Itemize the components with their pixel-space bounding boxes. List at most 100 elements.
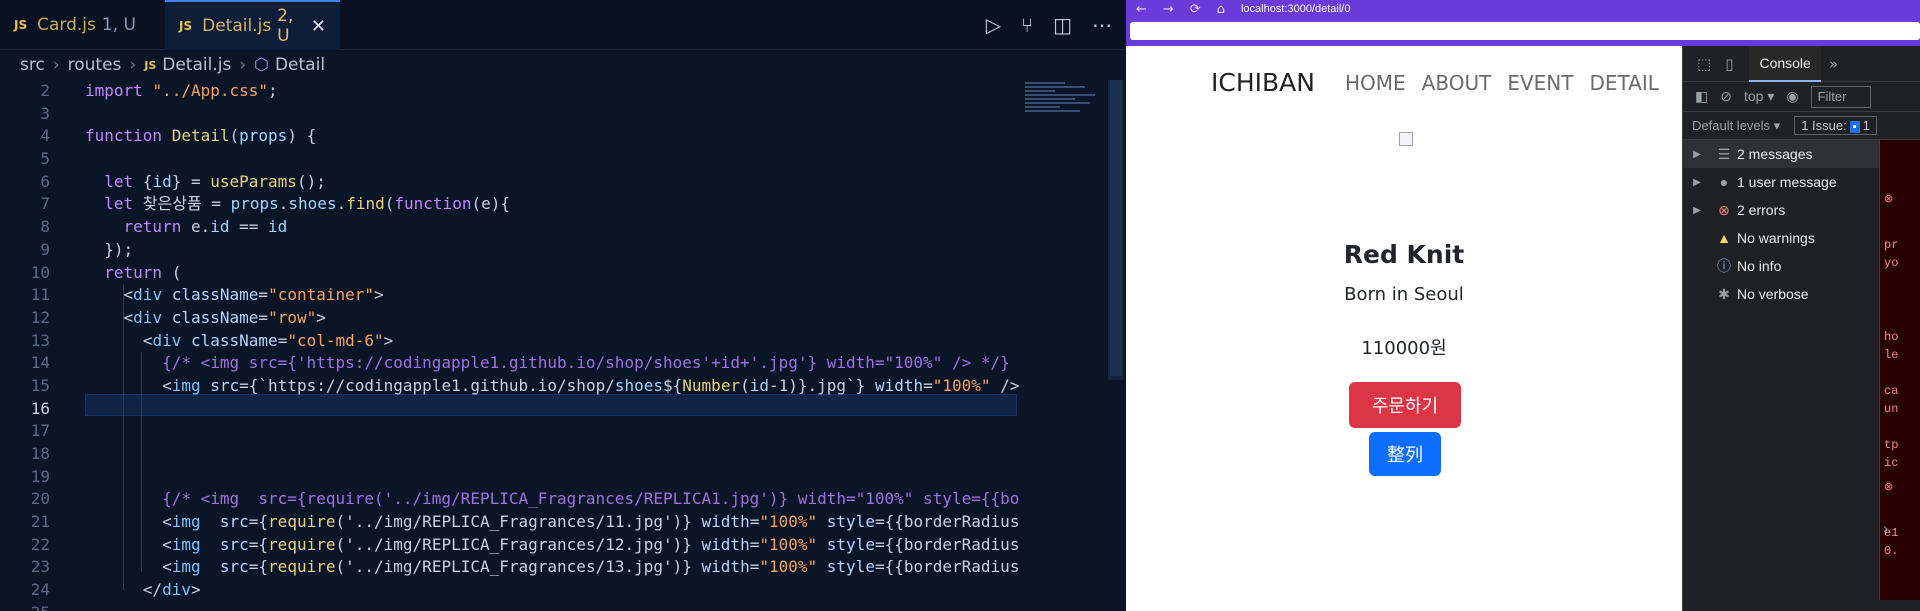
sidebar-item-info[interactable]: ⓘ No info (1683, 252, 1879, 280)
nav-link-event[interactable]: EVENT (1507, 71, 1573, 95)
context-select[interactable]: top ▾ (1744, 88, 1774, 105)
line-number: 14 (30, 353, 50, 373)
tab-card-js[interactable]: JS Card.js 1, U (0, 0, 165, 50)
clear-console-icon[interactable]: ⊘ (1720, 88, 1732, 105)
nav-link-about[interactable]: ABOUT (1422, 71, 1492, 95)
forward-icon[interactable]: → (1163, 2, 1174, 17)
code-line[interactable]: {/* <img src={'https://codingapple1.gith… (85, 352, 1020, 375)
devtools-tabs: ⬚ ▯ Console » (1683, 45, 1920, 82)
code-line[interactable]: <img src={`https://codingapple1.github.i… (85, 375, 1020, 398)
code-line[interactable] (85, 602, 1020, 611)
more-tabs-icon[interactable]: » (1829, 55, 1838, 73)
editor-toolbar: ▷ ⑂ ◫ ⋯ (986, 0, 1112, 50)
line-number: 6 (40, 171, 50, 191)
editor-tabbar: JS Card.js 1, U JS Detail.js 2, U ✕ ▷ ⑂ … (0, 0, 1126, 50)
code-line[interactable] (85, 466, 1020, 489)
tab-detail-js[interactable]: JS Detail.js 2, U ✕ (165, 0, 340, 50)
sidebar-item-messages[interactable]: ▶ ☰ 2 messages (1683, 140, 1879, 168)
reload-icon[interactable]: ⟳ (1190, 2, 1201, 17)
code-line[interactable]: <img src={require('../img/REPLICA_Fragra… (85, 556, 1020, 579)
sort-button[interactable]: 整列 (1369, 432, 1441, 476)
minimap[interactable] (1025, 80, 1105, 150)
code-line[interactable]: return ( (85, 262, 1020, 285)
more-icon[interactable]: ⋯ (1092, 13, 1112, 37)
code-line[interactable] (85, 148, 1020, 171)
run-icon[interactable]: ▷ (986, 13, 1001, 37)
breadcrumb-src[interactable]: src (20, 55, 45, 75)
symbol-icon: ⬡ (254, 55, 269, 75)
code-line[interactable]: }); (85, 239, 1020, 262)
line-number: 4 (40, 126, 50, 146)
code-line[interactable] (85, 103, 1020, 126)
chevron-right-icon: › (239, 55, 247, 75)
code-line[interactable] (85, 443, 1020, 466)
code-line[interactable]: {/* <img src={require('../img/REPLICA_Fr… (85, 488, 1020, 511)
chevron-right-icon: › (129, 55, 137, 75)
site-brand[interactable]: ICHIBAN (1211, 68, 1315, 97)
line-number: 19 (30, 466, 50, 486)
code-line[interactable]: <div className="row"> (85, 307, 1020, 330)
web-page: ICHIBAN HOME ABOUT EVENT DETAIL Red Knit… (1126, 46, 1682, 611)
editor-scrollbar[interactable] (1108, 80, 1124, 380)
line-number: 2 (40, 81, 50, 100)
code-line[interactable]: <img src={require('../img/REPLICA_Fragra… (85, 511, 1020, 534)
broken-image-icon (1399, 132, 1413, 146)
code-line[interactable]: return e.id == id (85, 216, 1020, 239)
js-file-icon: JS (14, 18, 28, 32)
breadcrumb-routes[interactable]: routes (68, 55, 122, 75)
sidebar-item-verbose[interactable]: ✱ No verbose (1683, 280, 1879, 308)
nav-link-home[interactable]: HOME (1345, 71, 1406, 95)
log-fragment: ca (1884, 384, 1899, 398)
device-toggle-icon[interactable]: ▯ (1725, 55, 1733, 73)
line-number: 13 (30, 330, 50, 350)
log-fragment: tp (1884, 438, 1899, 452)
eye-icon[interactable]: ◉ (1786, 88, 1798, 105)
line-number: 17 (30, 421, 50, 441)
close-icon[interactable]: ✕ (311, 16, 326, 37)
breadcrumb-file[interactable]: Detail.js (162, 55, 231, 75)
code-line[interactable]: import "../App.css"; (85, 80, 1020, 103)
code-area[interactable]: import "../App.css"; function Detail(pro… (85, 80, 1020, 611)
log-fragment: un (1884, 402, 1899, 416)
line-number: 22 (30, 534, 50, 554)
tab-status: 1, U (101, 15, 136, 35)
back-icon[interactable]: ← (1136, 2, 1147, 17)
log-fragment: pr (1884, 238, 1899, 252)
code-line[interactable] (85, 420, 1020, 443)
line-number: 5 (40, 149, 50, 169)
code-line[interactable]: function Detail(props) { (85, 125, 1020, 148)
filter-input[interactable]: Filter (1810, 85, 1871, 108)
code-line[interactable]: let {id} = useParams(); (85, 171, 1020, 194)
console-levels-bar: Default levels ▾ 1 Issue: ▪ 1 (1683, 112, 1920, 140)
source-control-icon[interactable]: ⑂ (1021, 13, 1033, 37)
code-line[interactable] (85, 398, 1020, 421)
code-line[interactable]: let 찾은상품 = props.shoes.find(function(e){ (85, 193, 1020, 216)
breadcrumb-symbol[interactable]: Detail (275, 55, 325, 75)
code-line[interactable]: <div className="col-md-6"> (85, 330, 1020, 353)
address-bar[interactable]: localhost:3000/detail/0 (1241, 3, 1350, 15)
sidebar-item-errors[interactable]: ▶ ⊗ 2 errors (1683, 196, 1879, 224)
line-number: 25 (0, 602, 60, 611)
sidebar-toggle-icon[interactable]: ◧ (1695, 88, 1708, 105)
code-line[interactable]: <img src={require('../img/REPLICA_Fragra… (85, 534, 1020, 557)
log-fragment: 0. (1884, 544, 1899, 558)
tab-console[interactable]: Console (1749, 45, 1821, 82)
sidebar-item-user-messages[interactable]: ▶ ● 1 user message (1683, 168, 1879, 196)
issue-icon: ▪ (1849, 121, 1860, 133)
split-editor-icon[interactable]: ◫ (1053, 13, 1072, 37)
list-icon: ☰ (1717, 145, 1731, 162)
nav-link-detail[interactable]: DETAIL (1589, 71, 1658, 95)
line-number: 21 (30, 512, 50, 532)
levels-select[interactable]: Default levels ▾ (1692, 118, 1780, 134)
browser-window: ← → ⟳ ⌂ localhost:3000/detail/0 ICHIBAN … (1126, 0, 1920, 611)
issues-badge[interactable]: 1 Issue: ▪ 1 (1794, 116, 1877, 135)
code-line[interactable]: <div className="container"> (85, 284, 1020, 307)
sidebar-item-warnings[interactable]: ▲ No warnings (1683, 224, 1879, 252)
code-line[interactable]: </div> (85, 579, 1020, 602)
order-button[interactable]: 주문하기 (1349, 382, 1461, 428)
devtools-panel: ⬚ ▯ Console » ◧ ⊘ top ▾ ◉ Filter Default… (1682, 45, 1920, 611)
home-icon[interactable]: ⌂ (1217, 2, 1225, 17)
console-toolbar: ◧ ⊘ top ▾ ◉ Filter (1683, 82, 1920, 112)
inspect-icon[interactable]: ⬚ (1697, 55, 1711, 73)
console-prompt-icon[interactable]: › (1883, 522, 1888, 537)
